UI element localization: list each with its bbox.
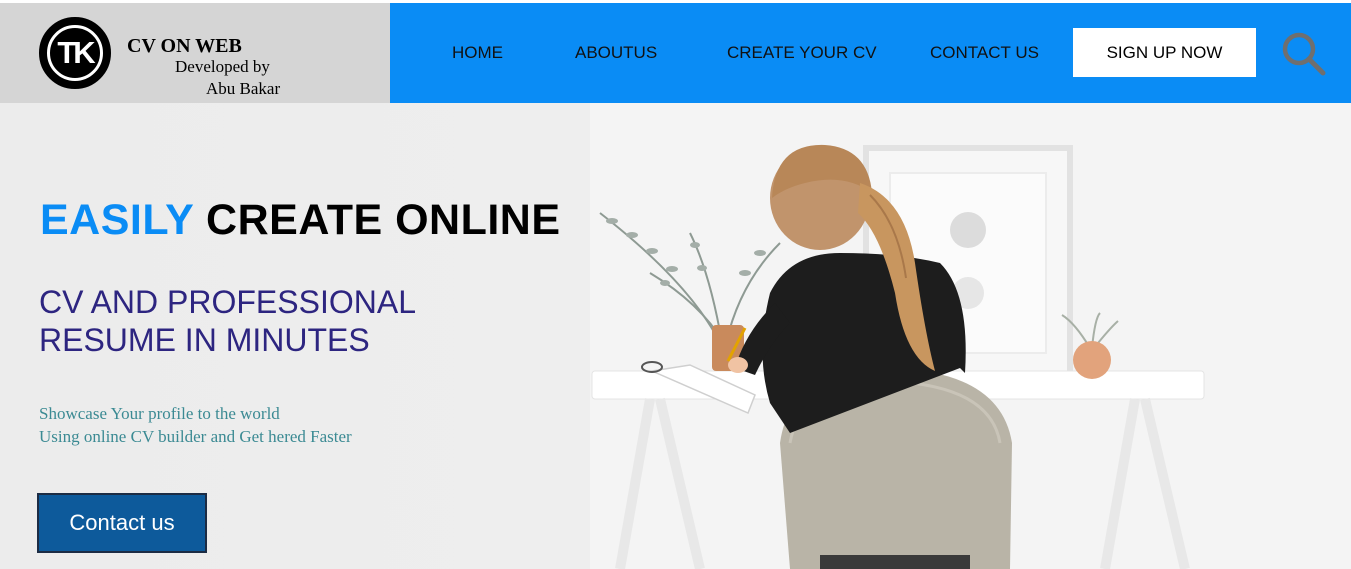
sign-up-button[interactable]: SIGN UP NOW: [1073, 28, 1256, 77]
hero-section: EASILY CREATE ONLINE CV AND PROFESSIONAL…: [0, 103, 1351, 569]
subhead-line-2: RESUME IN MINUTES: [39, 322, 370, 358]
site-title: CV ON WEB: [127, 35, 242, 57]
tagline-line-2: Using online CV builder and Get hered Fa…: [39, 427, 352, 446]
contact-us-button[interactable]: Contact us: [37, 493, 207, 553]
headline-rest: CREATE ONLINE: [206, 196, 561, 244]
headline-accent: EASILY: [40, 196, 194, 244]
nav-home[interactable]: HOME: [452, 43, 503, 63]
nav-about-us[interactable]: ABOUTUS: [575, 43, 657, 63]
hero-subheading: CV AND PROFESSIONAL RESUME IN MINUTES: [39, 283, 416, 359]
developed-by-label: Developed by: [175, 57, 270, 76]
subhead-line-1: CV AND PROFESSIONAL: [39, 284, 416, 320]
brand-block: TK CV ON WEB Developed by Abu Bakar: [0, 3, 390, 103]
logo[interactable]: TK: [39, 17, 111, 89]
search-icon[interactable]: [1280, 30, 1328, 78]
navbar: HOME ABOUTUS CREATE YOUR CV CONTACT US S…: [390, 3, 1351, 103]
nav-contact-us[interactable]: CONTACT US: [930, 43, 1039, 63]
hero-tagline: Showcase Your profile to the world Using…: [39, 402, 352, 448]
nav-create-your-cv[interactable]: CREATE YOUR CV: [727, 43, 877, 63]
author-name: Abu Bakar: [206, 79, 281, 98]
hero-headline: EASILY CREATE ONLINE: [40, 196, 561, 245]
logo-text: TK: [47, 25, 103, 81]
tagline-line-1: Showcase Your profile to the world: [39, 404, 280, 423]
